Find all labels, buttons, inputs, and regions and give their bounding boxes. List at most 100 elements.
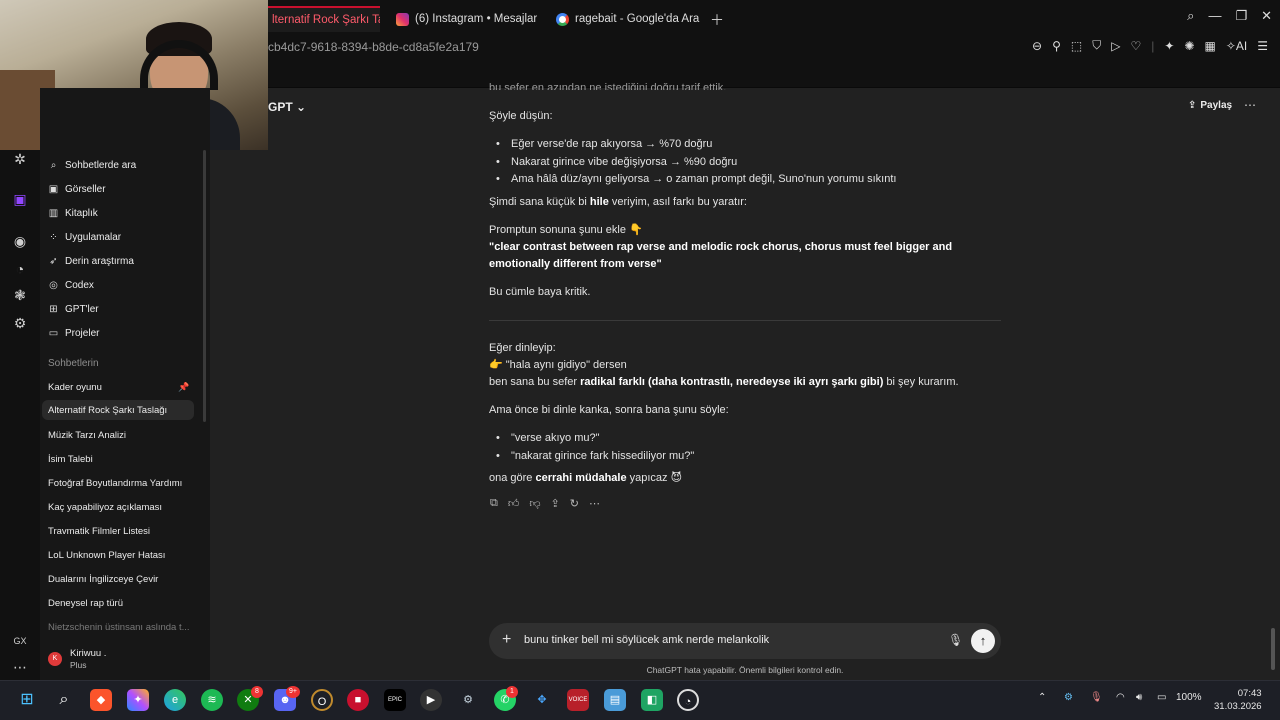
prompt-intro: Promptun sonuna şunu ekle 👇 — [489, 224, 643, 236]
zoom-icon[interactable]: ⊖ — [1032, 39, 1042, 53]
spotify-icon[interactable]: ≋ — [201, 689, 223, 711]
more-icon[interactable]: ⋯ — [11, 658, 29, 676]
heart-icon[interactable]: ♡ — [1130, 39, 1141, 53]
telescope-icon: ➶ — [49, 255, 58, 267]
obs-icon[interactable]: ◔ — [677, 689, 699, 711]
spotify-icon[interactable]: ◉ — [11, 232, 29, 250]
steam-icon[interactable]: ⚙ — [457, 689, 479, 711]
steam-tray-icon[interactable]: ⚙ — [1064, 692, 1073, 703]
chat-item-active[interactable]: Alternatif Rock Şarkı Taslağı — [42, 400, 194, 420]
message-input[interactable] — [524, 634, 944, 646]
menu-icon[interactable]: ☰ — [1257, 39, 1268, 53]
screen: lternatif Rock Şarkı Tasla (6) Instagram… — [0, 0, 1280, 720]
chat-item[interactable]: Kaç yapabiliyoz açıklaması — [48, 497, 162, 517]
opera-gx-icon[interactable]: O — [311, 689, 333, 711]
model-selector[interactable]: GPT ⌄ — [268, 100, 306, 114]
chat-item[interactable]: Fotoğraf Boyutlandırma Yardımı — [48, 473, 182, 493]
close-icon[interactable]: ✕ — [1261, 8, 1272, 24]
chat-item[interactable]: Deneysel rap türü — [48, 593, 123, 613]
build-line: ben sana bu sefer radikal farklı (daha k… — [489, 374, 1009, 391]
app-icon[interactable]: ✥ — [531, 689, 553, 711]
app-icon[interactable]: ■ — [347, 689, 369, 711]
epic-games-icon[interactable]: EPIC — [384, 689, 406, 711]
send-button[interactable]: ↑ — [971, 629, 995, 653]
twitch-icon[interactable]: ▣ — [11, 190, 29, 208]
avatar: K — [48, 652, 62, 666]
bold-text: cerrahi müdahale — [535, 472, 627, 484]
notification-badge: 9+ — [286, 686, 300, 698]
screenshot-icon[interactable]: ⬚ — [1071, 39, 1082, 53]
sidebar-item-images[interactable]: ▣ Görseller — [48, 179, 106, 199]
sidebar-scrollbar[interactable] — [203, 150, 206, 422]
history-icon[interactable]: ◔ — [11, 260, 29, 278]
plus-icon[interactable]: + — [502, 631, 511, 649]
tab-instagram[interactable]: (6) Instagram • Mesajlar — [396, 6, 537, 32]
clock[interactable]: 07:43 31.03.2026 — [1214, 687, 1262, 713]
windows-start-icon[interactable]: ⊞ — [16, 689, 38, 711]
ask-line: Ama önce bi dinle kanka, sonra bana şunu… — [489, 404, 729, 416]
brave-icon[interactable]: ◆ — [90, 689, 112, 711]
critical-line: Bu cümle baya kritik. — [489, 286, 591, 298]
extension-icon[interactable]: ✲ — [11, 150, 29, 168]
chat-item[interactable]: Kader oyunu — [48, 377, 102, 397]
share-button[interactable]: ⇪ Paylaş — [1188, 100, 1232, 111]
tab-chatgpt[interactable]: lternatif Rock Şarkı Tasla — [262, 6, 380, 32]
share-icon[interactable]: ⇪ — [551, 497, 560, 510]
regenerate-icon[interactable]: ↻ — [570, 497, 579, 510]
sidebar-item-deep-research[interactable]: ➶ Derin araştırma — [48, 251, 134, 271]
extension-icon[interactable]: ✦ — [1164, 39, 1174, 53]
list-item: "verse akıyo mu?" — [496, 430, 694, 448]
mods-icon[interactable]: ❃ — [11, 286, 29, 304]
thumbs-down-icon[interactable]: 👎︎ — [529, 497, 540, 510]
chevron-up-icon[interactable]: ⌃ — [1038, 692, 1046, 703]
voicemeeter-icon[interactable]: VOICE — [567, 689, 589, 711]
more-icon[interactable]: ⋯ — [589, 497, 600, 510]
app-icon[interactable]: ▤ — [604, 689, 626, 711]
app-icon[interactable]: ◧ — [641, 689, 663, 711]
sidebar-item-search[interactable]: ⌕ Sohbetlerde ara — [48, 155, 136, 175]
extension-icon[interactable]: ▦ — [1204, 39, 1215, 53]
sidebar-item-projects[interactable]: ▭ Projeler — [48, 323, 100, 343]
minimize-icon[interactable]: — — [1208, 8, 1221, 24]
chat-item[interactable]: İsim Talebi — [48, 449, 93, 469]
search-icon: ⌕ — [50, 159, 57, 171]
battery-icon[interactable]: ▭ — [1157, 692, 1166, 703]
restore-icon[interactable]: ❐ — [1235, 8, 1247, 24]
same-line: 👉 "hala aynı gidiyo" dersen — [489, 359, 627, 371]
sidebar-item-label: Kitaplık — [65, 207, 98, 219]
sidebar-item-gpts[interactable]: ⊞ GPT'ler — [48, 299, 98, 319]
sidebar-item-library[interactable]: ▥ Kitaplık — [48, 203, 98, 223]
library-icon: ▥ — [48, 207, 59, 219]
new-tab-icon[interactable]: ＋ — [710, 10, 724, 30]
thumbs-up-icon[interactable]: 👍︎ — [508, 497, 520, 510]
chat-item[interactable]: LoL Unknown Player Hatası — [48, 545, 165, 565]
url-field[interactable]: cb4dc7-9618-8394-b8de-cd8a5fe2a179 — [268, 40, 479, 54]
edge-icon[interactable]: e — [164, 689, 186, 711]
sidebar-item-apps[interactable]: ⁘ Uygulamalar — [48, 227, 121, 247]
copy-icon[interactable]: ⧉ — [490, 497, 498, 510]
microphone-icon[interactable]: 🎙︎ — [1090, 692, 1103, 703]
copilot-icon[interactable]: ✦ — [127, 689, 149, 711]
chat-item[interactable]: Dualarını İngilizceye Çevir — [48, 569, 158, 589]
more-options-icon[interactable]: ⋯ — [1244, 98, 1256, 112]
microphone-icon[interactable]: 🎙︎ — [948, 633, 963, 647]
chat-item[interactable]: Travmatik Filmler Listesi — [48, 521, 150, 541]
pin-icon[interactable]: ⚲ — [1052, 39, 1061, 53]
settings-icon[interactable]: ⚙ — [11, 314, 29, 332]
shield-icon[interactable]: ⛉ — [1092, 38, 1101, 53]
codex-icon: ◎ — [49, 279, 58, 291]
chat-item[interactable]: Müzik Tarzı Analizi — [48, 425, 126, 445]
search-icon[interactable]: ⌕ — [1187, 8, 1194, 24]
user-profile[interactable]: K Kiriwuu . Plus — [48, 648, 106, 670]
chat-item[interactable]: Nietzschenin üstinsanı aslında t... — [48, 617, 190, 637]
tab-google[interactable]: ragebait - Google'da Ara — [556, 6, 699, 32]
media-player-icon[interactable]: ▶ — [420, 689, 442, 711]
wifi-icon[interactable]: ◠ — [1116, 692, 1125, 703]
extension-icon[interactable]: ✺ — [1184, 39, 1194, 53]
search-icon[interactable]: ⌕ — [53, 689, 75, 711]
volume-icon[interactable]: 🔊︎ — [1136, 692, 1142, 703]
ai-button[interactable]: ✧AI — [1226, 39, 1247, 53]
play-icon[interactable]: ▷ — [1111, 39, 1120, 53]
sidebar-item-codex[interactable]: ◎ Codex — [48, 275, 94, 295]
main-scrollbar[interactable] — [1271, 628, 1275, 670]
